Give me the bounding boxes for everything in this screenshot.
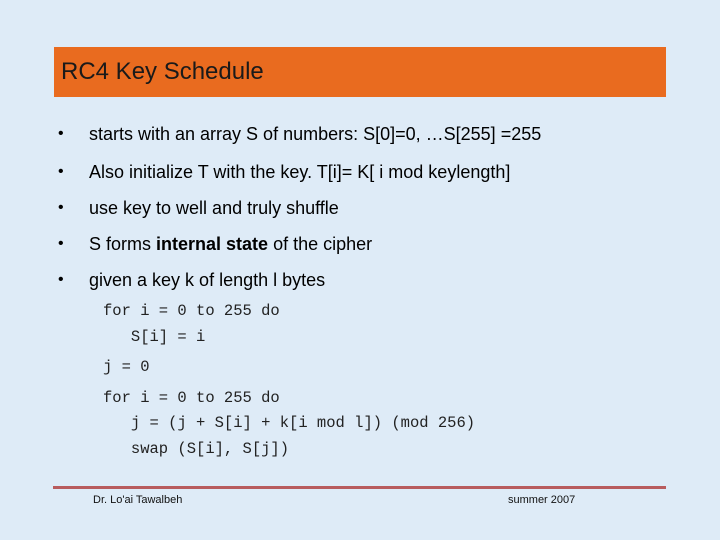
bullet-icon: • (58, 235, 64, 252)
bullet-icon: • (58, 163, 64, 180)
bullet-icon: • (58, 271, 64, 288)
bullet-text: starts with an array S of numbers: S[0]=… (89, 124, 542, 144)
bullet-text-post: of the cipher (268, 234, 373, 254)
bullet-text: Also initialize T with the key. T[i]= K[… (89, 162, 511, 182)
slide-title: RC4 Key Schedule (61, 58, 264, 85)
bullet-text: given a key k of length l bytes (89, 270, 326, 290)
code-line: S[i] = i (103, 328, 206, 346)
bullet-icon: • (58, 125, 64, 142)
footer-date: summer 2007 (508, 494, 576, 506)
footer-divider (53, 486, 666, 489)
bullet-text-pre: S forms (89, 234, 157, 254)
bullet-text-bold: internal state (156, 234, 269, 254)
code-line: for i = 0 to 255 do (103, 302, 280, 320)
footer-author: Dr. Lo'ai Tawalbeh (93, 494, 183, 506)
bullet-icon: • (58, 199, 64, 216)
code-line: j = 0 (103, 358, 150, 376)
bullet-text: S forms internal state of the cipher (89, 231, 372, 257)
slide-title-bar: RC4 Key Schedule (54, 47, 666, 97)
code-line: j = (j + S[i] + k[i mod l]) (mod 256) (103, 414, 476, 432)
code-line: swap (S[i], S[j]) (103, 440, 290, 458)
code-line: for i = 0 to 255 do (103, 389, 280, 407)
bullet-text: use key to well and truly shuffle (89, 198, 339, 218)
